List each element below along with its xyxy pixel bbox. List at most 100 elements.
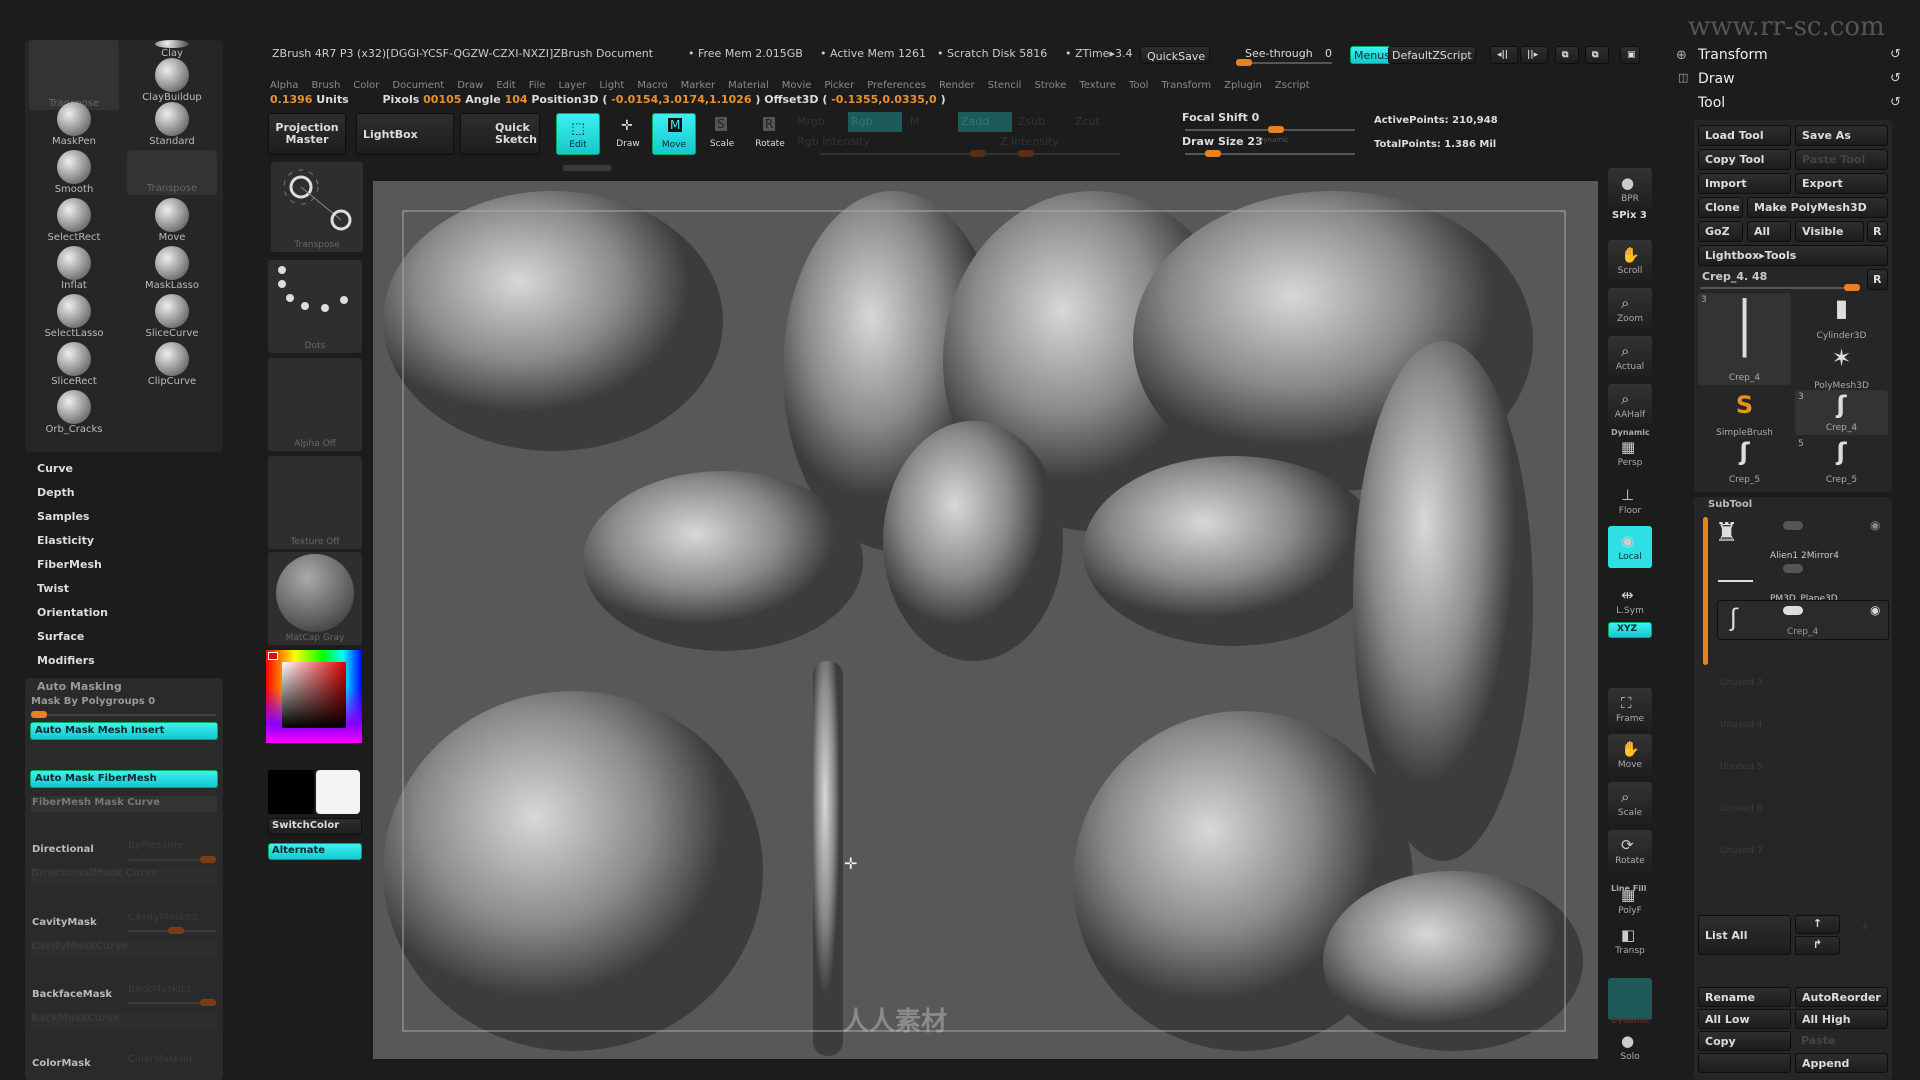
rotate-button[interactable]: R Rotate [748,113,792,155]
brush-masklasso[interactable]: MaskLasso [127,246,217,291]
stroke-slot[interactable]: Dots [268,260,362,353]
goz-r-button[interactable]: R [1867,221,1888,242]
shelf-scale[interactable]: ⌕ Scale [1608,782,1652,824]
brush-inflat[interactable]: Inflat [29,246,119,291]
brush-standard[interactable]: Standard [127,102,217,147]
goz-all-button[interactable]: All [1747,221,1791,242]
draw-menu[interactable]: Draw [1698,71,1735,87]
shelf-persp[interactable]: ▦ Persp [1608,432,1652,474]
mrgb-button[interactable]: Mrgb [797,115,825,128]
tool-thumb-crep_5[interactable]: ʃ Crep_5 5 [1795,437,1888,487]
brush-slicerect[interactable]: SliceRect [29,342,119,387]
shelf-move[interactable]: ✋ Move [1608,734,1652,776]
menu-draw[interactable]: Draw [457,80,483,91]
draw-button[interactable]: ✛ Draw [606,113,650,155]
brush-menu-elasticity[interactable]: Elasticity [37,534,94,547]
lock-icon[interactable]: ▣ [1620,46,1640,64]
brush-selectrect[interactable]: SelectRect [29,198,119,243]
m-button[interactable]: M [910,115,920,128]
save-as-button[interactable]: Save As [1795,125,1888,146]
menu-transform[interactable]: Transform [1161,80,1211,91]
cavity-mask-toggle[interactable]: CavityMask [32,917,97,928]
brush-menu-modifiers[interactable]: Modifiers [37,654,95,667]
menu-file[interactable]: File [529,80,546,91]
secondary-color-box[interactable] [316,770,360,814]
import-button[interactable]: Import [1698,173,1791,194]
subtool-toggle[interactable] [1783,606,1803,615]
backface-mask-toggle[interactable]: BackfaceMask [32,989,112,1000]
brush-menu-orientation[interactable]: Orientation [37,606,108,619]
transform-menu[interactable]: Transform [1698,47,1768,63]
brush-menu-twist[interactable]: Twist [37,582,69,595]
all-high-button[interactable]: All High [1795,1009,1888,1029]
directional-mask-curve[interactable]: DirectionalMask Curve [31,868,217,884]
reset-icon[interactable]: ↺ [1890,47,1901,62]
make-polymesh3d-button[interactable]: Make PolyMesh3D [1747,197,1888,218]
scale-button[interactable]: S Scale [700,113,744,155]
menu-document[interactable]: Document [392,80,444,91]
tool-thumb-polymesh3d[interactable]: ✶ PolyMesh3D [1795,343,1888,393]
brush-clipcurve[interactable]: ClipCurve [127,342,217,387]
bypressure-slider[interactable] [128,856,216,863]
color-square[interactable] [282,662,346,728]
menu-macro[interactable]: Macro [637,80,667,91]
menu-alpha[interactable]: Alpha [270,80,298,91]
alpha-slot[interactable]: Alpha Off [268,358,362,451]
menu-marker[interactable]: Marker [681,80,716,91]
menu-preferences[interactable]: Preferences [867,80,926,91]
shelf-rotate[interactable]: ⟳ Rotate [1608,830,1652,872]
menu-stencil[interactable]: Stencil [988,80,1022,91]
main-color-box[interactable] [268,770,314,814]
draw-size-slider[interactable] [1185,150,1355,157]
clone-button[interactable]: Clone [1698,197,1743,218]
scroll-right-icon[interactable]: ||▸ [1520,46,1548,64]
menu-edit[interactable]: Edit [496,80,515,91]
auto-mask-mesh-insert-toggle[interactable]: Auto Mask Mesh Insert [30,722,218,740]
directional-toggle[interactable]: Directional [32,844,94,855]
shelf-frame[interactable]: ⛶ Frame [1608,688,1652,730]
brush-move[interactable]: Move [127,198,217,243]
auto-masking-title[interactable]: Auto Masking [37,680,122,693]
brush-selectlasso[interactable]: SelectLasso [29,294,119,339]
default-zscript-button[interactable]: DefaultZScript [1388,46,1476,64]
subtool-scrollbar[interactable] [1703,517,1708,665]
shelf-transp[interactable]: ◧ Transp [1608,920,1652,962]
tool-menu[interactable]: Tool [1698,95,1725,111]
subtool-unused-slot[interactable]: Unused 6 [1720,804,1763,814]
zcut-button[interactable]: Zcut [1075,115,1100,128]
shelf-aahalf[interactable]: ⌕ AAHalf [1608,384,1652,426]
rename-button[interactable]: Rename [1698,987,1791,1007]
brush-menu-fibermesh[interactable]: FiberMesh [37,558,102,571]
dynamic-toggle[interactable]: Dynamic [1258,136,1289,144]
brush-transpose[interactable]: Transpose [29,40,119,110]
layout-icon[interactable]: ⧉ [1585,46,1609,64]
menu-tool[interactable]: Tool [1129,80,1148,91]
menu-zplugin[interactable]: Zplugin [1224,80,1262,91]
layout-icon[interactable]: ⧉ [1555,46,1579,64]
shelf-zoom[interactable]: ⌕ Zoom [1608,288,1652,330]
cavity-mask-int-slider[interactable] [128,927,216,934]
lightbox-tools-button[interactable]: Lightbox▸Tools [1698,245,1888,266]
rgb-intensity-slider[interactable] [820,150,986,157]
focal-shift-slider[interactable] [1185,126,1355,133]
edit-button[interactable]: ⬚ Edit [556,113,600,155]
shelf-local[interactable]: ◉ Local [1608,526,1652,568]
brush-menu-samples[interactable]: Samples [37,510,89,523]
texture-slot[interactable]: Texture Off [268,456,362,549]
mask-by-polygroups-slider[interactable] [31,711,216,718]
subtool-toggle[interactable] [1783,564,1803,573]
menu-light[interactable]: Light [599,80,624,91]
shelf-xyz[interactable]: XYZ [1608,622,1652,638]
brush-menu-curve[interactable]: Curve [37,462,73,475]
menu-texture[interactable]: Texture [1079,80,1116,91]
brush-orb_cracks[interactable]: Orb_Cracks [29,390,119,435]
tool-thumb-crep_5[interactable]: ʃ Crep_5 [1698,437,1791,487]
quick-sketch-button[interactable]: Quick Sketch [460,113,540,155]
tool-thumb-crep_4[interactable]: ʃ Crep_4 3 [1795,390,1888,435]
cavity-mask-curve[interactable]: CavityMaskCurve [31,941,217,957]
append-button[interactable]: Append [1795,1053,1888,1073]
tool-r-button[interactable]: R [1867,269,1888,290]
see-through-slider[interactable] [1236,59,1332,66]
brush-clay[interactable]: Clay [127,40,217,59]
shelf-l-sym[interactable]: ⇹ L.Sym [1608,580,1652,622]
